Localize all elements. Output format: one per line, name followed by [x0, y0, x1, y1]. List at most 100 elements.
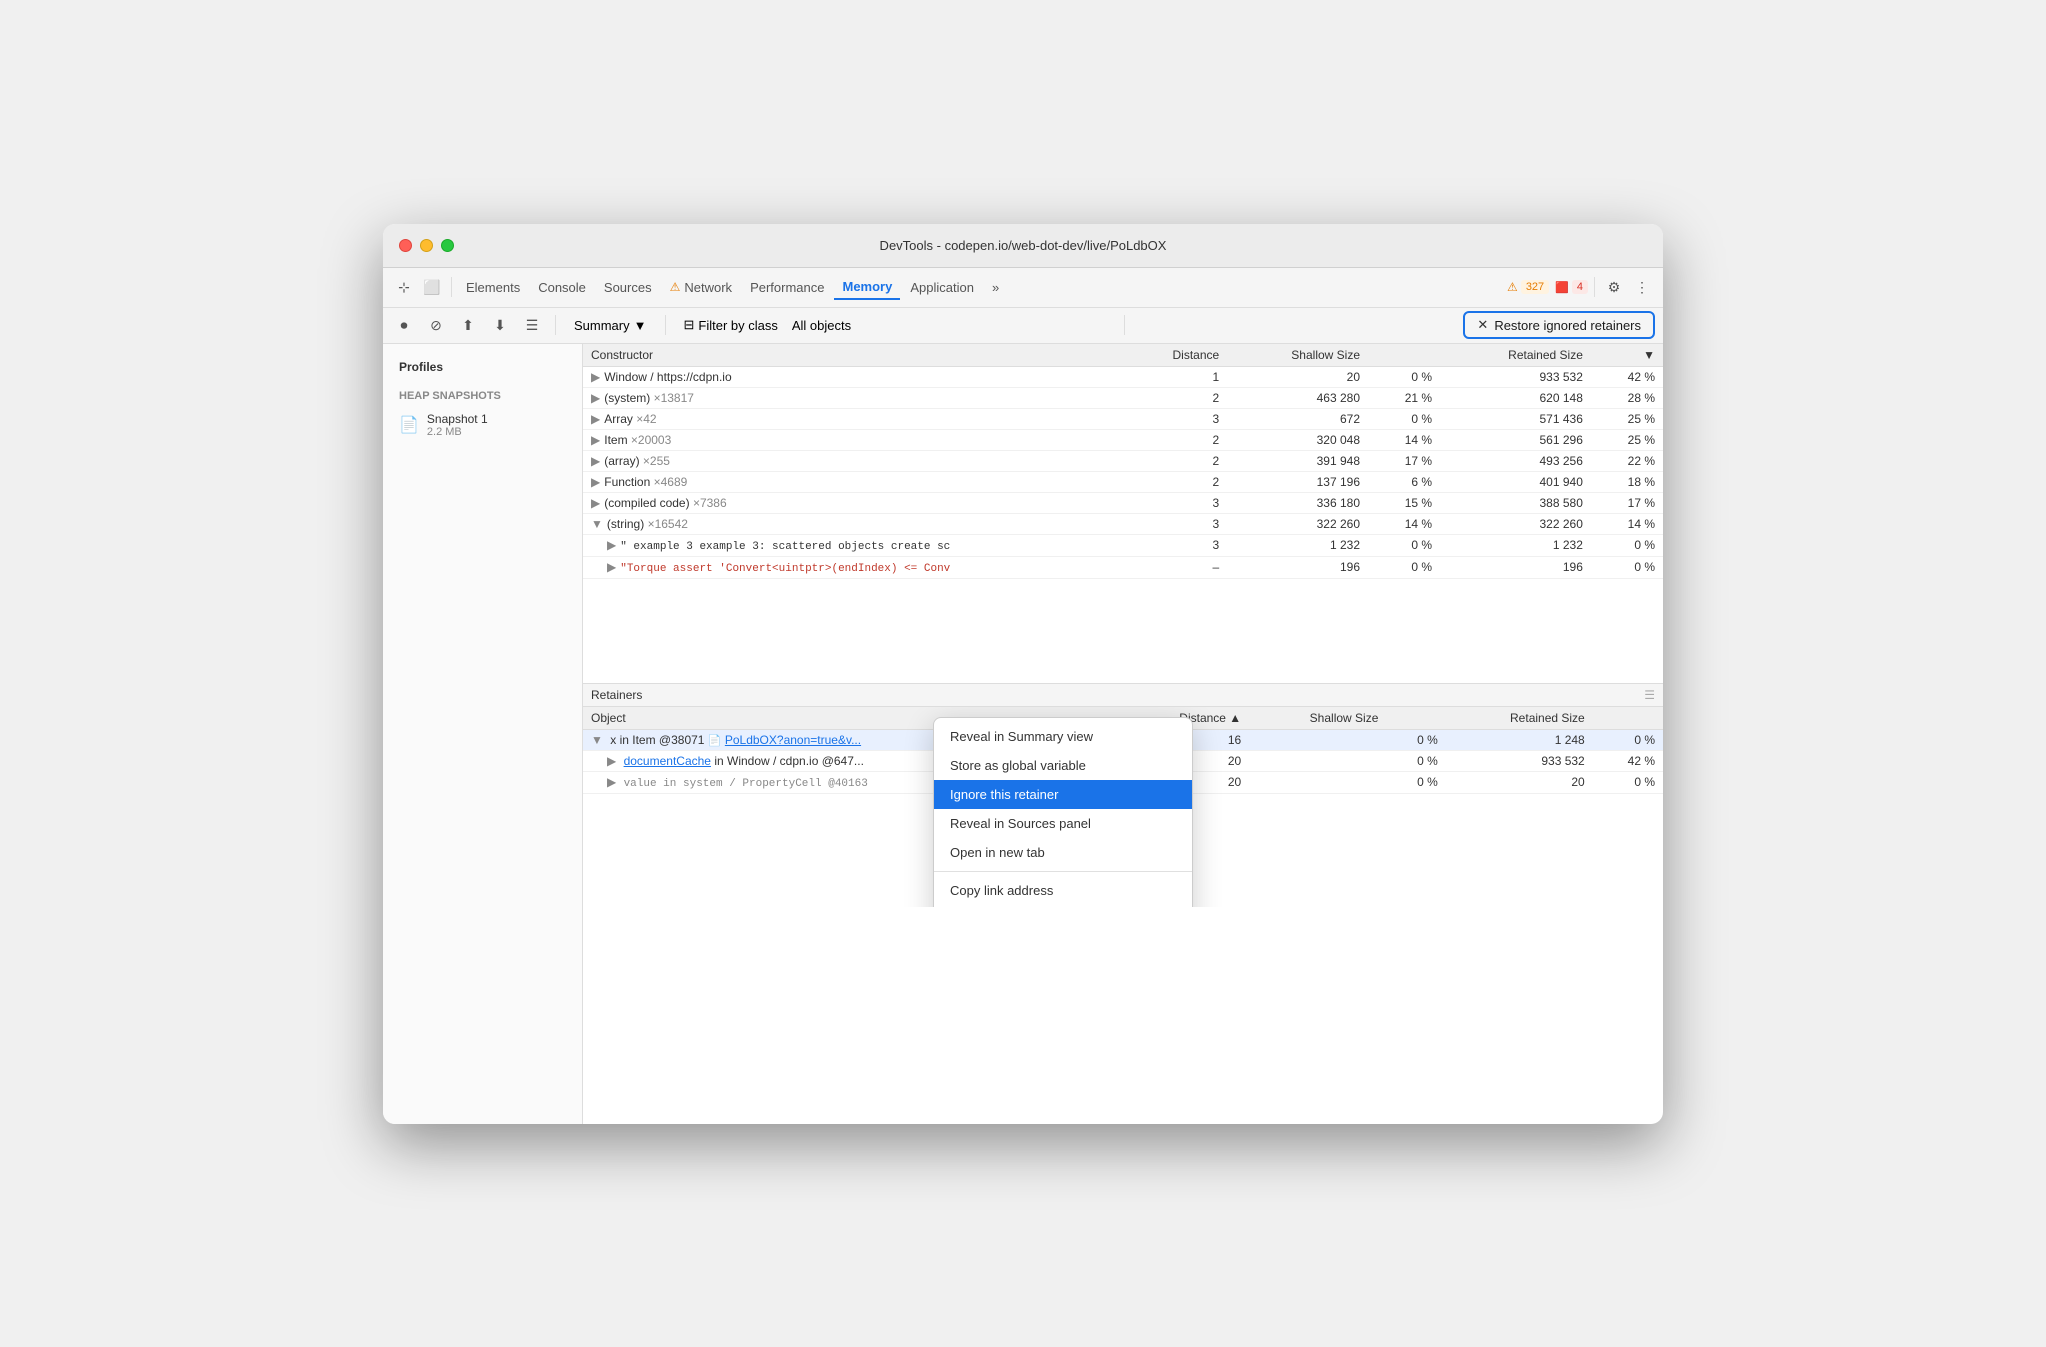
tab-console[interactable]: Console [530, 276, 594, 299]
tab-performance[interactable]: Performance [742, 276, 832, 299]
ret-col-retained: Retained Size [1446, 707, 1593, 730]
menu-item-store-global[interactable]: Store as global variable [934, 751, 1192, 780]
separator-1 [451, 277, 452, 297]
expand-icon[interactable]: ▶ [591, 391, 600, 405]
filter-by-class-button[interactable]: ⊟ Filter by class [676, 314, 786, 336]
expand-icon[interactable]: ▶ [591, 433, 600, 447]
more-options-icon[interactable]: ⋮ [1629, 274, 1655, 300]
lower-table[interactable]: Object Distance ▲ Shallow Size Retained … [583, 707, 1663, 907]
tab-elements[interactable]: Elements [458, 276, 528, 299]
table-row[interactable]: ▶Window / https://cdpn.io 1 20 0 % 933 5… [583, 366, 1663, 387]
ret-object-label: x in Item @38071 [610, 733, 708, 747]
sidebar-title: Profiles [383, 356, 582, 378]
tab-application[interactable]: Application [902, 276, 982, 299]
more-tabs-button[interactable]: » [984, 276, 1007, 299]
table-row[interactable]: ▶Item ×20003 2 320 048 14 % 561 296 25 % [583, 429, 1663, 450]
settings-icon[interactable]: ⚙ [1601, 274, 1627, 300]
snapshot-size: 2.2 MB [427, 426, 488, 438]
filter-input[interactable] [792, 318, 1114, 333]
retainers-title: Retainers [591, 688, 642, 702]
menu-item-open-tab[interactable]: Open in new tab [934, 838, 1192, 867]
col-shallow-pct [1368, 344, 1440, 367]
ret-link[interactable]: PoLdbOX?anon=true&v... [725, 733, 861, 747]
restore-label: Restore ignored retainers [1494, 318, 1641, 333]
col-shallow: Shallow Size [1227, 344, 1368, 367]
warning-badge: ⚠ 327 [1507, 280, 1549, 294]
table-row[interactable]: ▶(compiled code) ×7386 3 336 180 15 % 38… [583, 492, 1663, 513]
separator-2 [1594, 277, 1595, 297]
close-button[interactable] [399, 239, 412, 252]
snapshot-icon: 📄 [399, 415, 419, 435]
table-row[interactable]: ▶Function ×4689 2 137 196 6 % 401 940 18… [583, 471, 1663, 492]
ret-in-window: in Window / cdpn.io @647... [714, 754, 864, 768]
table-area: Constructor Distance Shallow Size Retain… [583, 344, 1663, 1124]
restore-ignored-button[interactable]: ✕ Restore ignored retainers [1463, 311, 1655, 339]
file-icon: 📄 [708, 735, 722, 747]
table-row[interactable]: ▶Array ×42 3 672 0 % 571 436 25 % [583, 408, 1663, 429]
context-menu: Reveal in Summary view Store as global v… [933, 717, 1193, 907]
summary-label: Summary [574, 318, 630, 333]
clear-button[interactable]: ☰ [519, 312, 545, 338]
table-row[interactable]: ▶(system) ×13817 2 463 280 21 % 620 148 … [583, 387, 1663, 408]
filter-label: Filter by class [698, 318, 777, 333]
tab-memory[interactable]: Memory [834, 275, 900, 300]
col-retained: Retained Size [1440, 344, 1591, 367]
window-title: DevTools - codepen.io/web-dot-dev/live/P… [880, 238, 1167, 253]
tab-network[interactable]: ⚠ Network [662, 276, 740, 299]
cursor-icon[interactable]: ⊹ [391, 274, 417, 300]
download-button[interactable]: ⬇ [487, 312, 513, 338]
expand-icon[interactable]: ▶ [591, 475, 600, 489]
retainers-header: Retainers ☰ [583, 684, 1663, 707]
minimize-button[interactable] [420, 239, 433, 252]
filter-icon: ⊟ [684, 317, 695, 333]
menu-item-reveal-sources[interactable]: Reveal in Sources panel [934, 809, 1192, 838]
menu-item-reveal-summary[interactable]: Reveal in Summary view [934, 722, 1192, 751]
expand-icon[interactable]: ▶ [591, 454, 600, 468]
expand-icon[interactable]: ▶ [607, 754, 616, 768]
menu-item-copy-link[interactable]: Copy link address [934, 876, 1192, 905]
expand-icon[interactable]: ▶ [607, 775, 616, 789]
ret-col-shallow: Shallow Size [1249, 707, 1386, 730]
record-button[interactable]: ⏺ [391, 312, 417, 338]
action-bar: ⏺ ⊘ ⬆ ⬇ ☰ Summary ▼ ⊟ Filter by class ✕ … [383, 308, 1663, 344]
maximize-button[interactable] [441, 239, 454, 252]
expand-icon[interactable]: ▶ [607, 560, 616, 574]
main-content: Profiles HEAP SNAPSHOTS 📄 Snapshot 1 2.2… [383, 344, 1663, 1124]
ret-col-shallow-pct [1386, 707, 1445, 730]
expand-icon[interactable]: ▶ [607, 538, 616, 552]
menu-item-copy-file[interactable]: Copy file name [934, 905, 1192, 907]
traffic-lights [399, 239, 454, 252]
tab-sources[interactable]: Sources [596, 276, 660, 299]
constructor-table: Constructor Distance Shallow Size Retain… [583, 344, 1663, 579]
filter-sep2 [1124, 315, 1125, 335]
device-icon[interactable]: ⬜ [419, 274, 445, 300]
summary-dropdown[interactable]: Summary ▼ [566, 315, 655, 336]
retainers-scrollbar-icon: ☰ [1644, 688, 1655, 702]
col-retained-sort[interactable]: ▼ [1591, 344, 1663, 367]
upper-table[interactable]: Constructor Distance Shallow Size Retain… [583, 344, 1663, 684]
snapshot-name: Snapshot 1 [427, 412, 488, 426]
error-badge: 🟥 4 [1555, 280, 1588, 294]
expand-icon[interactable]: ▼ [591, 517, 603, 531]
expand-icon[interactable]: ▶ [591, 496, 600, 510]
table-row[interactable]: ▶" example 3 example 3: scattered object… [583, 534, 1663, 556]
ret-value-label: value in system / PropertyCell @40163 [624, 778, 868, 790]
dropdown-arrow-icon: ▼ [634, 318, 647, 333]
sidebar: Profiles HEAP SNAPSHOTS 📄 Snapshot 1 2.2… [383, 344, 583, 1124]
error-count: 4 [1572, 280, 1588, 294]
upload-button[interactable]: ⬆ [455, 312, 481, 338]
sidebar-item-snapshot1[interactable]: 📄 Snapshot 1 2.2 MB [383, 406, 582, 444]
expand-icon[interactable]: ▼ [591, 733, 603, 747]
title-bar: DevTools - codepen.io/web-dot-dev/live/P… [383, 224, 1663, 268]
table-row[interactable]: ▼(string) ×16542 3 322 260 14 % 322 260 … [583, 513, 1663, 534]
col-constructor: Constructor [583, 344, 1123, 367]
table-row[interactable]: ▶(array) ×255 2 391 948 17 % 493 256 22 … [583, 450, 1663, 471]
col-distance: Distance [1123, 344, 1227, 367]
expand-icon[interactable]: ▶ [591, 412, 600, 426]
stop-button[interactable]: ⊘ [423, 312, 449, 338]
expand-icon[interactable]: ▶ [591, 370, 600, 384]
ret-document-cache[interactable]: documentCache [624, 754, 711, 768]
ret-col-retained-pct [1593, 707, 1663, 730]
table-row[interactable]: ▶"Torque assert 'Convert<uintptr>(endInd… [583, 556, 1663, 578]
menu-item-ignore-retainer[interactable]: Ignore this retainer [934, 780, 1192, 809]
